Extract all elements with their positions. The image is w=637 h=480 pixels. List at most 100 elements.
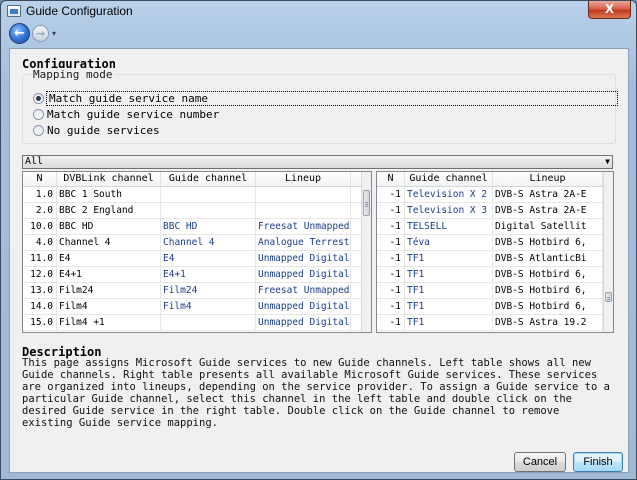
- cell: -1: [377, 299, 405, 314]
- table-row[interactable]: 15.0 Film4 +1 Unmapped Digital: [23, 315, 371, 331]
- cell: Television X 3: [405, 203, 493, 218]
- table-row[interactable]: -1 TF1 DVB-S Hotbird 6,: [377, 299, 613, 315]
- cell: 10.0: [23, 219, 57, 234]
- cancel-button[interactable]: Cancel: [514, 452, 566, 472]
- radio-match-name[interactable]: Match guide service name: [33, 91, 618, 106]
- table-row[interactable]: 13.0 Film24 Film24 Freesat Unmapped: [23, 283, 371, 299]
- cell: DVB-S Hotbird 6,: [493, 299, 603, 314]
- table-row[interactable]: 14.0 Film4 Film4 Unmapped Digital: [23, 299, 371, 315]
- table-row[interactable]: -1 TF1 DVB-S Hotbird 6,: [377, 267, 613, 283]
- cell: Unmapped Digital: [258, 251, 351, 266]
- table-body: 1.0 BBC 1 South 2.0 BBC 2 England 10.0 BBC …: [23, 187, 371, 331]
- cell: TELSELL: [405, 219, 493, 234]
- filter-selected-value: All: [25, 156, 44, 167]
- table-row[interactable]: 2.0 BBC 2 England: [23, 203, 371, 219]
- lineup-filter-combobox[interactable]: All ▼: [22, 155, 613, 169]
- table-row[interactable]: 10.0 BBC HD BBC HD Freesat Unmapped: [23, 219, 371, 235]
- radio-match-number[interactable]: Match guide service number: [33, 107, 219, 122]
- cell: Freesat Unmapped: [258, 219, 351, 234]
- column-header[interactable]: Guide channel: [405, 172, 493, 186]
- cell: 2.0: [23, 203, 57, 218]
- cell: [161, 187, 256, 202]
- table-row[interactable]: -1 TF1 DVB-S Hotbird 6,: [377, 283, 613, 299]
- chevron-down-icon[interactable]: ▼: [605, 156, 610, 168]
- cell: -1: [377, 187, 405, 202]
- cell: TF1: [405, 267, 493, 282]
- cell: -1: [377, 315, 405, 330]
- cell: BBC 1 South: [57, 187, 161, 202]
- cell: E4+1: [161, 267, 256, 282]
- cell: -1: [377, 203, 405, 218]
- table-row[interactable]: -1 TF1 DVB-S Astra 19.2: [377, 315, 613, 331]
- cell: BBC 2 England: [57, 203, 161, 218]
- cell: DVB-S Astra 2A-E: [493, 187, 603, 202]
- radio-label: Match guide service name: [46, 91, 618, 106]
- cell: [161, 315, 256, 330]
- radio-button-checked[interactable]: [33, 93, 44, 104]
- cell: BBC HD: [57, 219, 161, 234]
- cell: Film24: [57, 283, 161, 298]
- cell: DVB-S Hotbird 6,: [493, 267, 603, 282]
- cell: BBC HD: [161, 219, 256, 234]
- cell: TF1: [405, 283, 493, 298]
- history-dropdown-icon[interactable]: ▾: [52, 29, 56, 38]
- cell: 1.0: [23, 187, 57, 202]
- dialog-content: Configuration Mapping mode Match guide s…: [9, 48, 629, 473]
- radio-no-guide[interactable]: No guide services: [33, 123, 160, 138]
- cell: Unmapped Digital: [258, 315, 351, 330]
- table-row[interactable]: -1 Téva DVB-S Hotbird 6,: [377, 235, 613, 251]
- cell: DVB-S Hotbird 6,: [493, 235, 603, 250]
- scrollbar-thumb[interactable]: [605, 292, 612, 302]
- radio-label: No guide services: [47, 124, 160, 137]
- column-header[interactable]: Lineup: [493, 172, 603, 186]
- cell: -1: [377, 219, 405, 234]
- back-arrow-icon[interactable]: ←: [9, 23, 30, 44]
- cell: [161, 203, 256, 218]
- finish-button[interactable]: Finish: [573, 452, 623, 472]
- cell: Analogue Terrest: [258, 235, 351, 250]
- cell: [256, 187, 351, 202]
- table-row[interactable]: 12.0 E4+1 E4+1 Unmapped Digital: [23, 267, 371, 283]
- cell: Film4 +1: [57, 315, 161, 330]
- window-icon: [7, 5, 21, 17]
- column-header[interactable]: Lineup: [256, 172, 351, 186]
- column-header[interactable]: Guide channel: [161, 172, 256, 186]
- cell: -1: [377, 267, 405, 282]
- radio-button[interactable]: [33, 109, 44, 120]
- cell: 12.0: [23, 267, 57, 282]
- cell: DVB-S AtlanticBi: [493, 251, 603, 266]
- table-row[interactable]: -1 TF1 DVB-S AtlanticBi: [377, 251, 613, 267]
- cell: Unmapped Digital: [258, 299, 351, 314]
- table-row[interactable]: -1 Television X 2 DVB-S Astra 2A-E: [377, 187, 613, 203]
- table-header: N Guide channel Lineup: [377, 172, 613, 187]
- dvblink-channels-table[interactable]: N DVBLink channel Guide channel Lineup 1…: [22, 171, 372, 333]
- table-body: -1 Television X 2 DVB-S Astra 2A-E -1 Telev…: [377, 187, 613, 331]
- table-row[interactable]: -1 TELSELL Digital Satellit: [377, 219, 613, 235]
- cell: Digital Satellit: [493, 219, 603, 234]
- table-row[interactable]: 4.0 Channel 4 Channel 4 Analogue Terrest: [23, 235, 371, 251]
- guide-configuration-window: Guide Configuration X ← → ▾ Configuratio…: [0, 0, 637, 480]
- table-row[interactable]: 11.0 E4 E4 Unmapped Digital: [23, 251, 371, 267]
- column-header[interactable]: N: [23, 172, 57, 186]
- cell: Unmapped Digital: [258, 267, 351, 282]
- cell: Television X 2: [405, 187, 493, 202]
- cell: Film24: [161, 283, 256, 298]
- cell: TF1: [405, 315, 493, 330]
- right-table-scrollbar[interactable]: [603, 172, 613, 332]
- guide-services-table[interactable]: N Guide channel Lineup -1 Television X 2D…: [376, 171, 614, 333]
- column-header[interactable]: DVBLink channel: [57, 172, 161, 186]
- column-header[interactable]: N: [377, 172, 405, 186]
- cell: Channel 4: [57, 235, 161, 250]
- close-button[interactable]: X: [588, 1, 631, 19]
- cell: DVB-S Astra 19.2: [493, 315, 603, 330]
- cell: E4: [161, 251, 256, 266]
- cell: Film4: [57, 299, 161, 314]
- table-row[interactable]: -1 Television X 3 DVB-S Astra 2A-E: [377, 203, 613, 219]
- table-row[interactable]: 1.0 BBC 1 South: [23, 187, 371, 203]
- scrollbar-thumb[interactable]: [363, 190, 370, 216]
- cell: TF1: [405, 251, 493, 266]
- left-table-scrollbar[interactable]: [361, 172, 371, 332]
- forward-arrow-icon[interactable]: →: [32, 25, 49, 42]
- radio-button[interactable]: [33, 125, 44, 136]
- table-header: N DVBLink channel Guide channel Lineup: [23, 172, 371, 187]
